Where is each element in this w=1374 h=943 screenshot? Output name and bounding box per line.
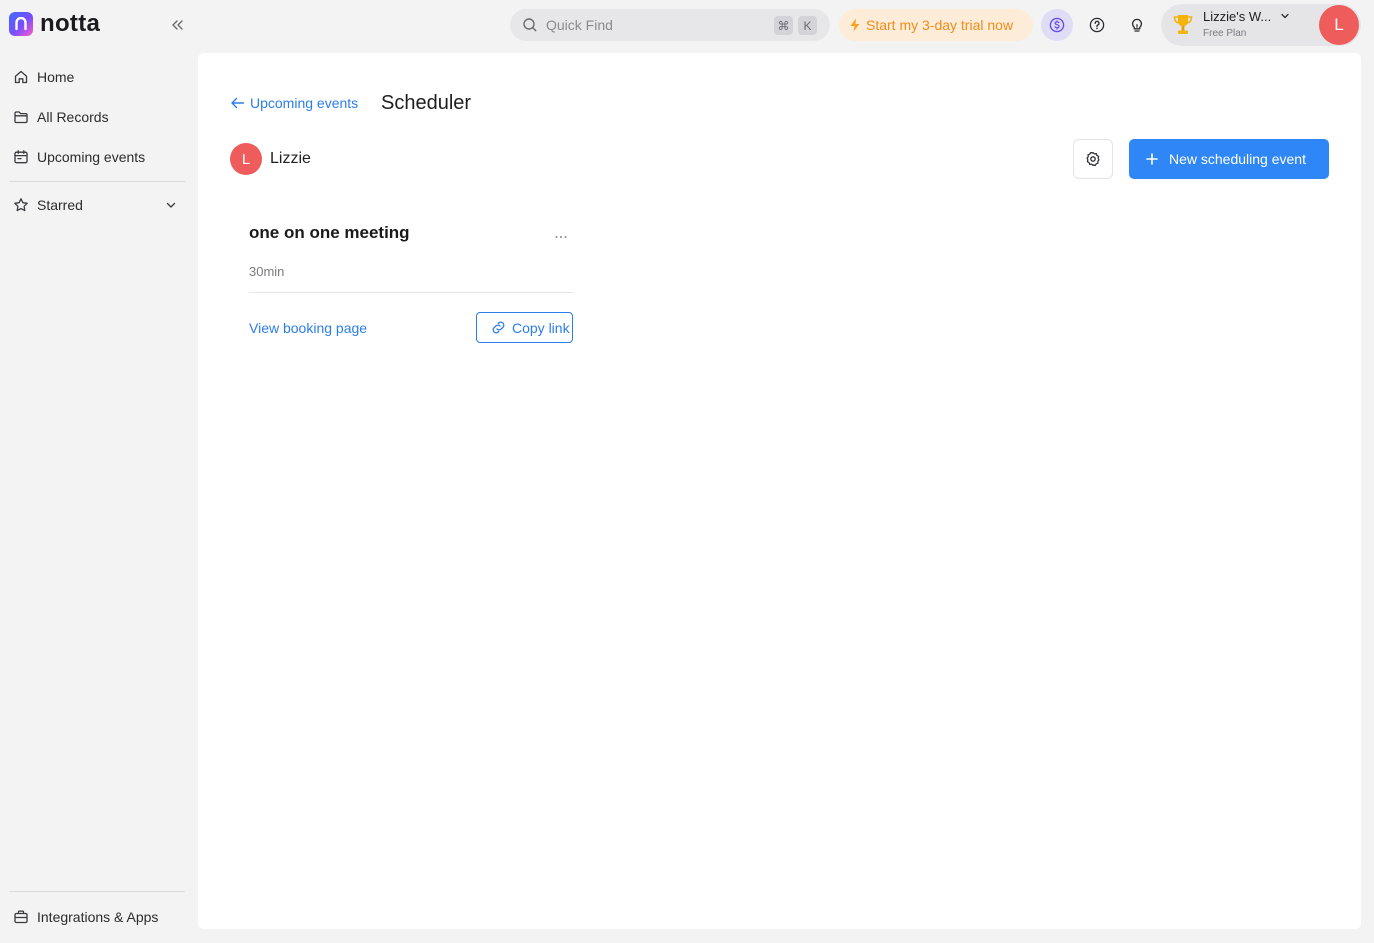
view-booking-page-link[interactable]: View booking page (249, 320, 367, 336)
quick-find-search[interactable]: ⌘ K (510, 9, 830, 41)
new-event-label: New scheduling event (1169, 151, 1306, 167)
dollar-coin-icon (1049, 17, 1065, 33)
avatar: L (230, 143, 262, 175)
shortcut-key-cmd: ⌘ (774, 16, 793, 35)
sidebar-item-label: Starred (37, 197, 83, 213)
tips-button[interactable] (1121, 9, 1153, 41)
arrow-left-icon (230, 96, 245, 110)
calendar-icon (13, 149, 29, 165)
event-title: one on one meeting (249, 223, 410, 242)
event-card: one on one meeting 30min View booking pa… (249, 223, 573, 343)
home-icon (13, 69, 29, 85)
credits-button[interactable] (1041, 9, 1073, 41)
star-icon (13, 197, 29, 213)
sidebar-item-starred[interactable]: Starred (8, 189, 186, 221)
sidebar: notta Home All Records Upcoming events S… (0, 0, 198, 943)
sidebar-item-all-records[interactable]: All Records (8, 101, 186, 133)
sidebar-item-label: All Records (37, 109, 109, 125)
shortcut-key-k: K (798, 16, 817, 35)
chevron-down-icon[interactable] (164, 198, 178, 212)
sidebar-item-label: Upcoming events (37, 149, 146, 165)
sidebar-item-label: Integrations & Apps (37, 909, 159, 925)
back-to-upcoming-events-link[interactable]: Upcoming events (230, 95, 358, 111)
link-icon (491, 320, 506, 335)
user-name: Lizzie (270, 150, 311, 167)
avatar[interactable]: L (1319, 5, 1359, 45)
help-icon (1089, 17, 1105, 33)
sidebar-item-label: Home (37, 69, 75, 85)
sidebar-divider (9, 181, 185, 182)
sidebar-item-integrations[interactable]: Integrations & Apps (8, 901, 186, 933)
start-trial-button[interactable]: Start my 3-day trial now (839, 9, 1033, 41)
workspace-switcher[interactable]: Lizzie's W... Free Plan L (1161, 4, 1361, 46)
lightning-icon (849, 18, 861, 32)
workspace-plan: Free Plan (1203, 28, 1247, 39)
scheduler-settings-button[interactable] (1073, 139, 1113, 179)
more-options-icon[interactable] (553, 229, 569, 245)
logo-text: notta (40, 10, 101, 37)
folder-icon (13, 109, 29, 125)
copy-link-label: Copy link (512, 319, 570, 336)
page-title: Scheduler (381, 92, 472, 114)
event-duration: 30min (249, 264, 285, 279)
briefcase-icon (13, 909, 29, 925)
notta-logo[interactable]: notta (9, 12, 100, 36)
search-input[interactable] (546, 17, 746, 33)
chevron-down-icon (1279, 10, 1291, 22)
back-link-label: Upcoming events (250, 95, 359, 111)
plus-icon (1146, 153, 1158, 165)
copy-link-button[interactable]: Copy link (476, 312, 573, 343)
search-icon (522, 17, 538, 33)
event-divider (249, 292, 573, 293)
collapse-sidebar-icon[interactable] (168, 16, 186, 34)
workspace-name: Lizzie's W... (1203, 9, 1272, 24)
main-panel: Upcoming events Scheduler L Lizzie New s… (198, 53, 1361, 929)
new-scheduling-event-button[interactable]: New scheduling event (1129, 139, 1329, 179)
lightbulb-icon (1129, 17, 1145, 33)
trophy-icon (1172, 13, 1194, 37)
trial-label: Start my 3-day trial now (866, 17, 1014, 33)
logo-mark-icon (9, 12, 33, 36)
sidebar-divider (9, 891, 185, 892)
sidebar-item-upcoming-events[interactable]: Upcoming events (8, 141, 186, 173)
help-button[interactable] (1081, 9, 1113, 41)
sidebar-item-home[interactable]: Home (8, 61, 186, 93)
gear-icon (1085, 151, 1101, 167)
